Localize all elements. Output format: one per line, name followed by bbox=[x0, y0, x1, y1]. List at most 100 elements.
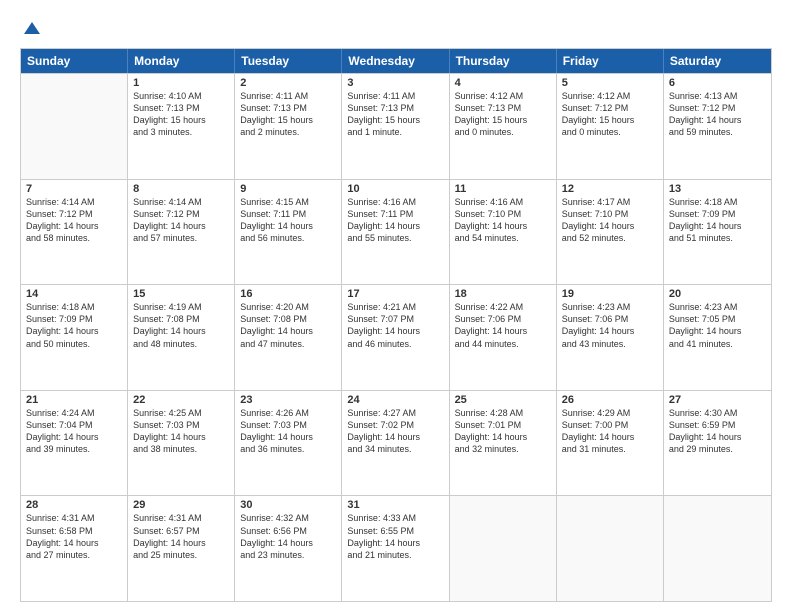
cell-line: Daylight: 14 hours bbox=[455, 220, 551, 232]
cell-line: and 3 minutes. bbox=[133, 126, 229, 138]
cell-line: Daylight: 14 hours bbox=[347, 431, 443, 443]
calendar-cell: 25Sunrise: 4:28 AMSunset: 7:01 PMDayligh… bbox=[450, 391, 557, 496]
calendar-row: 21Sunrise: 4:24 AMSunset: 7:04 PMDayligh… bbox=[21, 390, 771, 496]
cell-line: and 46 minutes. bbox=[347, 338, 443, 350]
cell-line: Daylight: 14 hours bbox=[455, 325, 551, 337]
cell-line: and 43 minutes. bbox=[562, 338, 658, 350]
cell-line: and 44 minutes. bbox=[455, 338, 551, 350]
calendar-header-cell: Friday bbox=[557, 49, 664, 73]
cell-line: Sunrise: 4:21 AM bbox=[347, 301, 443, 313]
cell-line: and 52 minutes. bbox=[562, 232, 658, 244]
calendar-cell: 8Sunrise: 4:14 AMSunset: 7:12 PMDaylight… bbox=[128, 180, 235, 285]
calendar-cell: 29Sunrise: 4:31 AMSunset: 6:57 PMDayligh… bbox=[128, 496, 235, 601]
calendar-cell: 4Sunrise: 4:12 AMSunset: 7:13 PMDaylight… bbox=[450, 74, 557, 179]
calendar-cell: 19Sunrise: 4:23 AMSunset: 7:06 PMDayligh… bbox=[557, 285, 664, 390]
calendar-cell: 2Sunrise: 4:11 AMSunset: 7:13 PMDaylight… bbox=[235, 74, 342, 179]
day-number: 24 bbox=[347, 394, 443, 406]
cell-line: Daylight: 15 hours bbox=[455, 114, 551, 126]
calendar-body: 1Sunrise: 4:10 AMSunset: 7:13 PMDaylight… bbox=[21, 73, 771, 601]
cell-line: Sunrise: 4:25 AM bbox=[133, 407, 229, 419]
calendar-cell: 1Sunrise: 4:10 AMSunset: 7:13 PMDaylight… bbox=[128, 74, 235, 179]
cell-line: Daylight: 15 hours bbox=[562, 114, 658, 126]
cell-line: Sunset: 7:01 PM bbox=[455, 419, 551, 431]
cell-line: Sunrise: 4:28 AM bbox=[455, 407, 551, 419]
cell-line: Sunrise: 4:31 AM bbox=[133, 512, 229, 524]
calendar-cell bbox=[557, 496, 664, 601]
cell-line: Daylight: 14 hours bbox=[347, 537, 443, 549]
cell-line: and 47 minutes. bbox=[240, 338, 336, 350]
calendar-cell: 10Sunrise: 4:16 AMSunset: 7:11 PMDayligh… bbox=[342, 180, 449, 285]
calendar-cell: 31Sunrise: 4:33 AMSunset: 6:55 PMDayligh… bbox=[342, 496, 449, 601]
calendar-cell: 22Sunrise: 4:25 AMSunset: 7:03 PMDayligh… bbox=[128, 391, 235, 496]
day-number: 17 bbox=[347, 288, 443, 300]
cell-line: Sunset: 6:57 PM bbox=[133, 525, 229, 537]
day-number: 1 bbox=[133, 77, 229, 89]
cell-line: Sunset: 6:59 PM bbox=[669, 419, 766, 431]
day-number: 22 bbox=[133, 394, 229, 406]
calendar-cell: 9Sunrise: 4:15 AMSunset: 7:11 PMDaylight… bbox=[235, 180, 342, 285]
cell-line: Sunset: 6:58 PM bbox=[26, 525, 122, 537]
cell-line: Sunset: 7:07 PM bbox=[347, 313, 443, 325]
cell-line: and 34 minutes. bbox=[347, 443, 443, 455]
day-number: 18 bbox=[455, 288, 551, 300]
cell-line: Daylight: 14 hours bbox=[133, 431, 229, 443]
cell-line: and 2 minutes. bbox=[240, 126, 336, 138]
calendar-cell: 18Sunrise: 4:22 AMSunset: 7:06 PMDayligh… bbox=[450, 285, 557, 390]
calendar-cell: 30Sunrise: 4:32 AMSunset: 6:56 PMDayligh… bbox=[235, 496, 342, 601]
day-number: 30 bbox=[240, 499, 336, 511]
cell-line: Sunset: 7:13 PM bbox=[455, 102, 551, 114]
cell-line: Sunset: 7:10 PM bbox=[562, 208, 658, 220]
cell-line: Sunset: 7:04 PM bbox=[26, 419, 122, 431]
calendar-cell bbox=[21, 74, 128, 179]
day-number: 3 bbox=[347, 77, 443, 89]
cell-line: Daylight: 14 hours bbox=[133, 325, 229, 337]
cell-line: Sunset: 7:13 PM bbox=[133, 102, 229, 114]
day-number: 28 bbox=[26, 499, 122, 511]
calendar-cell: 6Sunrise: 4:13 AMSunset: 7:12 PMDaylight… bbox=[664, 74, 771, 179]
cell-line: Sunrise: 4:16 AM bbox=[455, 196, 551, 208]
cell-line: Sunrise: 4:18 AM bbox=[26, 301, 122, 313]
cell-line: Daylight: 14 hours bbox=[26, 220, 122, 232]
cell-line: Sunrise: 4:12 AM bbox=[455, 90, 551, 102]
calendar-cell bbox=[664, 496, 771, 601]
calendar-cell: 12Sunrise: 4:17 AMSunset: 7:10 PMDayligh… bbox=[557, 180, 664, 285]
logo-icon bbox=[22, 20, 42, 40]
calendar-cell: 13Sunrise: 4:18 AMSunset: 7:09 PMDayligh… bbox=[664, 180, 771, 285]
calendar-cell: 26Sunrise: 4:29 AMSunset: 7:00 PMDayligh… bbox=[557, 391, 664, 496]
cell-line: Sunrise: 4:10 AM bbox=[133, 90, 229, 102]
calendar-cell: 21Sunrise: 4:24 AMSunset: 7:04 PMDayligh… bbox=[21, 391, 128, 496]
cell-line: Sunrise: 4:11 AM bbox=[240, 90, 336, 102]
calendar-row: 28 Sunrise: 4:31 AM Sunset: 6:58 PM Dayligh… bbox=[21, 495, 771, 601]
day-number: 9 bbox=[240, 183, 336, 195]
logo bbox=[20, 20, 42, 40]
calendar-header-cell: Monday bbox=[128, 49, 235, 73]
cell-line: and 51 minutes. bbox=[669, 232, 766, 244]
cell-line: Daylight: 14 hours bbox=[669, 220, 766, 232]
day-number: 6 bbox=[669, 77, 766, 89]
calendar-cell: 16Sunrise: 4:20 AMSunset: 7:08 PMDayligh… bbox=[235, 285, 342, 390]
header bbox=[20, 20, 772, 40]
cell-line: Sunset: 7:11 PM bbox=[240, 208, 336, 220]
cell-line: Sunset: 7:02 PM bbox=[347, 419, 443, 431]
cell-line: Daylight: 14 hours bbox=[347, 220, 443, 232]
cell-line: and 41 minutes. bbox=[669, 338, 766, 350]
cell-line: Daylight: 14 hours bbox=[26, 431, 122, 443]
day-number: 13 bbox=[669, 183, 766, 195]
cell-line: Sunset: 7:10 PM bbox=[455, 208, 551, 220]
calendar-cell: 24Sunrise: 4:27 AMSunset: 7:02 PMDayligh… bbox=[342, 391, 449, 496]
cell-line: and 29 minutes. bbox=[669, 443, 766, 455]
cell-line: Daylight: 14 hours bbox=[347, 325, 443, 337]
cell-line: Daylight: 14 hours bbox=[133, 537, 229, 549]
cell-line: and 54 minutes. bbox=[455, 232, 551, 244]
cell-line: and 55 minutes. bbox=[347, 232, 443, 244]
cell-line: Daylight: 14 hours bbox=[562, 325, 658, 337]
calendar-cell: 20Sunrise: 4:23 AMSunset: 7:05 PMDayligh… bbox=[664, 285, 771, 390]
cell-line: Daylight: 15 hours bbox=[133, 114, 229, 126]
cell-line: Sunset: 7:05 PM bbox=[669, 313, 766, 325]
cell-line: Sunset: 7:11 PM bbox=[347, 208, 443, 220]
calendar-cell bbox=[450, 496, 557, 601]
day-number: 15 bbox=[133, 288, 229, 300]
cell-line: Daylight: 14 hours bbox=[669, 325, 766, 337]
cell-line: and 31 minutes. bbox=[562, 443, 658, 455]
cell-line: Sunrise: 4:24 AM bbox=[26, 407, 122, 419]
